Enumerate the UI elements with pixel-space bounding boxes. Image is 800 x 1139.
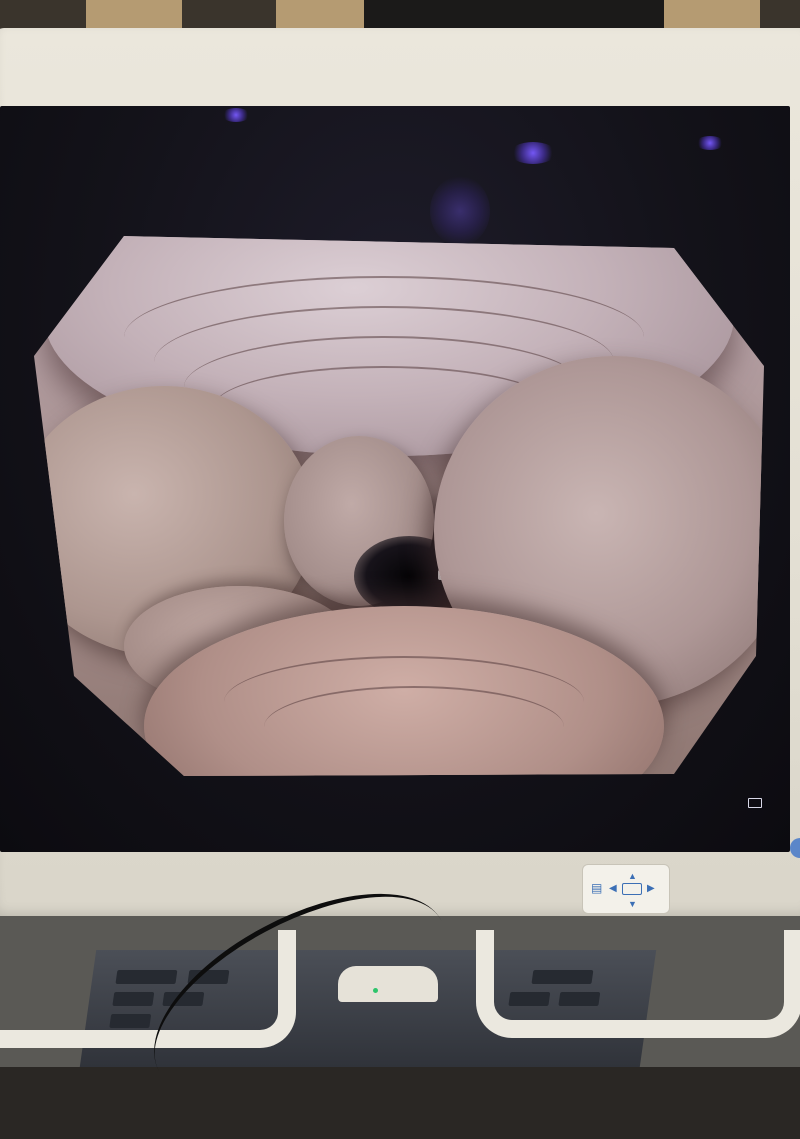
input-select-icon[interactable]: ▤ xyxy=(591,882,602,894)
arrow-down-icon[interactable]: ▼ xyxy=(628,898,637,910)
light-reflection xyxy=(510,142,556,164)
fold-ridge xyxy=(264,686,564,768)
arrow-right-icon[interactable]: ▶ xyxy=(647,883,655,895)
arrow-up-icon[interactable]: ▲ xyxy=(628,870,637,882)
light-reflection xyxy=(430,176,490,246)
arrow-left-icon[interactable]: ◀ xyxy=(609,883,617,895)
light-reflection xyxy=(222,108,250,122)
light-reflection xyxy=(696,136,724,150)
menu-rect-icon[interactable] xyxy=(622,883,642,895)
monitor-control-panel: ▤ ◀ ▲ ▼ ▶ xyxy=(582,864,670,914)
input-source-icon xyxy=(748,798,762,808)
cart-handle-right xyxy=(476,930,800,1038)
endoscope-image xyxy=(34,236,764,776)
